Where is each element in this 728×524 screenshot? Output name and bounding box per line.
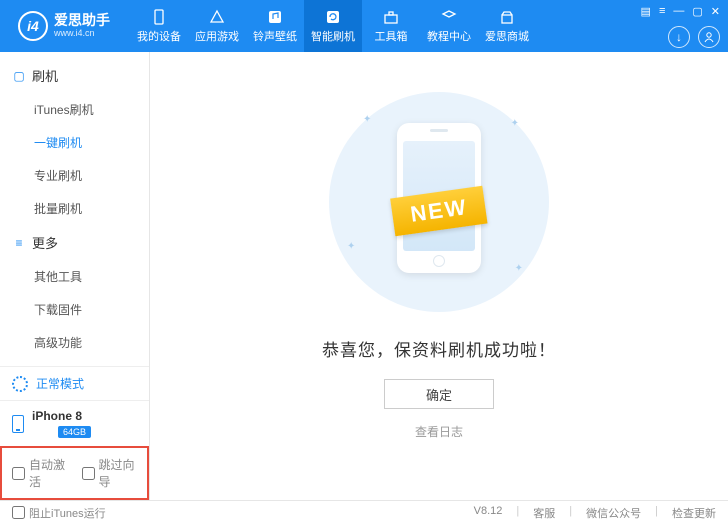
sparkle-icon: ✦: [363, 114, 371, 125]
support-link[interactable]: 客服: [533, 505, 555, 521]
nav-label: 我的设备: [137, 28, 181, 44]
sidebar-group-flash[interactable]: ▢ 刷机: [0, 58, 149, 93]
toolbox-icon: [382, 8, 400, 26]
flash-options-highlighted: 自动激活 跳过向导: [0, 446, 149, 500]
block-itunes-label: 阻止iTunes运行: [29, 505, 106, 521]
logo-icon: i4: [18, 11, 48, 41]
skip-setup-input[interactable]: [82, 467, 95, 480]
account-icon[interactable]: [698, 26, 720, 48]
nav-toolbox[interactable]: 工具箱: [362, 0, 420, 52]
success-headline: 恭喜您，保资料刷机成功啦！: [322, 336, 556, 361]
auto-activate-checkbox[interactable]: 自动激活: [12, 456, 68, 490]
sidebar-item-oneclick[interactable]: 一键刷机: [34, 126, 149, 159]
sidebar-item-itunes-flash[interactable]: iTunes刷机: [34, 93, 149, 126]
mode-label: 正常模式: [36, 375, 84, 392]
nav-label: 应用游戏: [195, 28, 239, 44]
tutorial-icon: [440, 8, 458, 26]
skip-setup-checkbox[interactable]: 跳过向导: [82, 456, 138, 490]
sidebar-item-advanced[interactable]: 高级功能: [34, 326, 149, 359]
nav-apps[interactable]: 应用游戏: [188, 0, 246, 52]
nav-ringtones[interactable]: 铃声壁纸: [246, 0, 304, 52]
sidebar-group-label: 更多: [32, 233, 58, 252]
sidebar-item-download-fw[interactable]: 下载固件: [34, 293, 149, 326]
app-name: 爱思助手: [54, 13, 110, 28]
close-button[interactable]: ✕: [711, 5, 720, 18]
sidebar: ▢ 刷机 iTunes刷机 一键刷机 专业刷机 批量刷机 ≡ 更多 其他工具 下…: [0, 52, 150, 500]
check-update-link[interactable]: 检查更新: [672, 505, 716, 521]
titlebar: i4 爱思助手 www.i4.cn 我的设备 应用游戏 铃声壁纸 智能刷机 工具…: [0, 0, 728, 52]
sidebar-group-label: 刷机: [32, 66, 58, 85]
app-logo: i4 爱思助手 www.i4.cn: [8, 11, 120, 41]
download-icon[interactable]: ↓: [668, 26, 690, 48]
menu-icon[interactable]: ▤: [641, 5, 651, 18]
nav-label: 爱思商城: [485, 28, 529, 44]
wechat-link[interactable]: 微信公众号: [586, 505, 641, 521]
mode-icon: [12, 376, 28, 392]
auto-activate-input[interactable]: [12, 467, 25, 480]
device-mode[interactable]: 正常模式: [0, 366, 149, 400]
nav-label: 工具箱: [375, 28, 408, 44]
main-panel: ✦ ✦ ✦ ✦ NEW 恭喜您，保资料刷机成功啦！ 确定 查看日志: [150, 52, 728, 500]
nav-tutorials[interactable]: 教程中心: [420, 0, 478, 52]
success-illustration: ✦ ✦ ✦ ✦ NEW: [329, 92, 549, 312]
sparkle-icon: ✦: [515, 263, 523, 274]
block-itunes-checkbox[interactable]: 阻止iTunes运行: [12, 505, 106, 521]
sparkle-icon: ✦: [511, 118, 519, 129]
nav-flash[interactable]: 智能刷机: [304, 0, 362, 52]
device-storage-badge: 64GB: [58, 426, 91, 438]
statusbar: 阻止iTunes运行 V8.12 | 客服 | 微信公众号 | 检查更新: [0, 500, 728, 524]
version-label: V8.12: [474, 505, 503, 521]
nav-label: 教程中心: [427, 28, 471, 44]
nav-label: 智能刷机: [311, 28, 355, 44]
nav-label: 铃声壁纸: [253, 28, 297, 44]
minimize-button[interactable]: —: [673, 5, 684, 18]
app-url: www.i4.cn: [54, 29, 110, 39]
nav-device[interactable]: 我的设备: [130, 0, 188, 52]
view-log-link[interactable]: 查看日志: [415, 423, 463, 440]
connected-device[interactable]: iPhone 8 64GB: [0, 400, 149, 446]
mall-icon: [498, 8, 516, 26]
nav-mall[interactable]: 爱思商城: [478, 0, 536, 52]
settings-icon[interactable]: ≡: [659, 5, 665, 18]
skip-setup-label: 跳过向导: [99, 456, 138, 490]
ringtone-icon: [266, 8, 284, 26]
flash-icon: [324, 8, 342, 26]
device-name: iPhone 8: [32, 409, 91, 423]
sidebar-group-more[interactable]: ≡ 更多: [0, 225, 149, 260]
top-nav: 我的设备 应用游戏 铃声壁纸 智能刷机 工具箱 教程中心 爱思商城: [130, 0, 536, 52]
sidebar-item-batch[interactable]: 批量刷机: [34, 192, 149, 225]
flash-group-icon: ▢: [12, 69, 26, 83]
device-icon: [150, 8, 168, 26]
sidebar-item-pro[interactable]: 专业刷机: [34, 159, 149, 192]
maximize-button[interactable]: ▢: [692, 5, 702, 18]
sidebar-item-other-tools[interactable]: 其他工具: [34, 260, 149, 293]
phone-icon: [12, 415, 24, 433]
block-itunes-input[interactable]: [12, 506, 25, 519]
confirm-button[interactable]: 确定: [384, 379, 494, 409]
more-group-icon: ≡: [12, 236, 26, 250]
sparkle-icon: ✦: [347, 241, 355, 252]
apps-icon: [208, 8, 226, 26]
auto-activate-label: 自动激活: [29, 456, 68, 490]
